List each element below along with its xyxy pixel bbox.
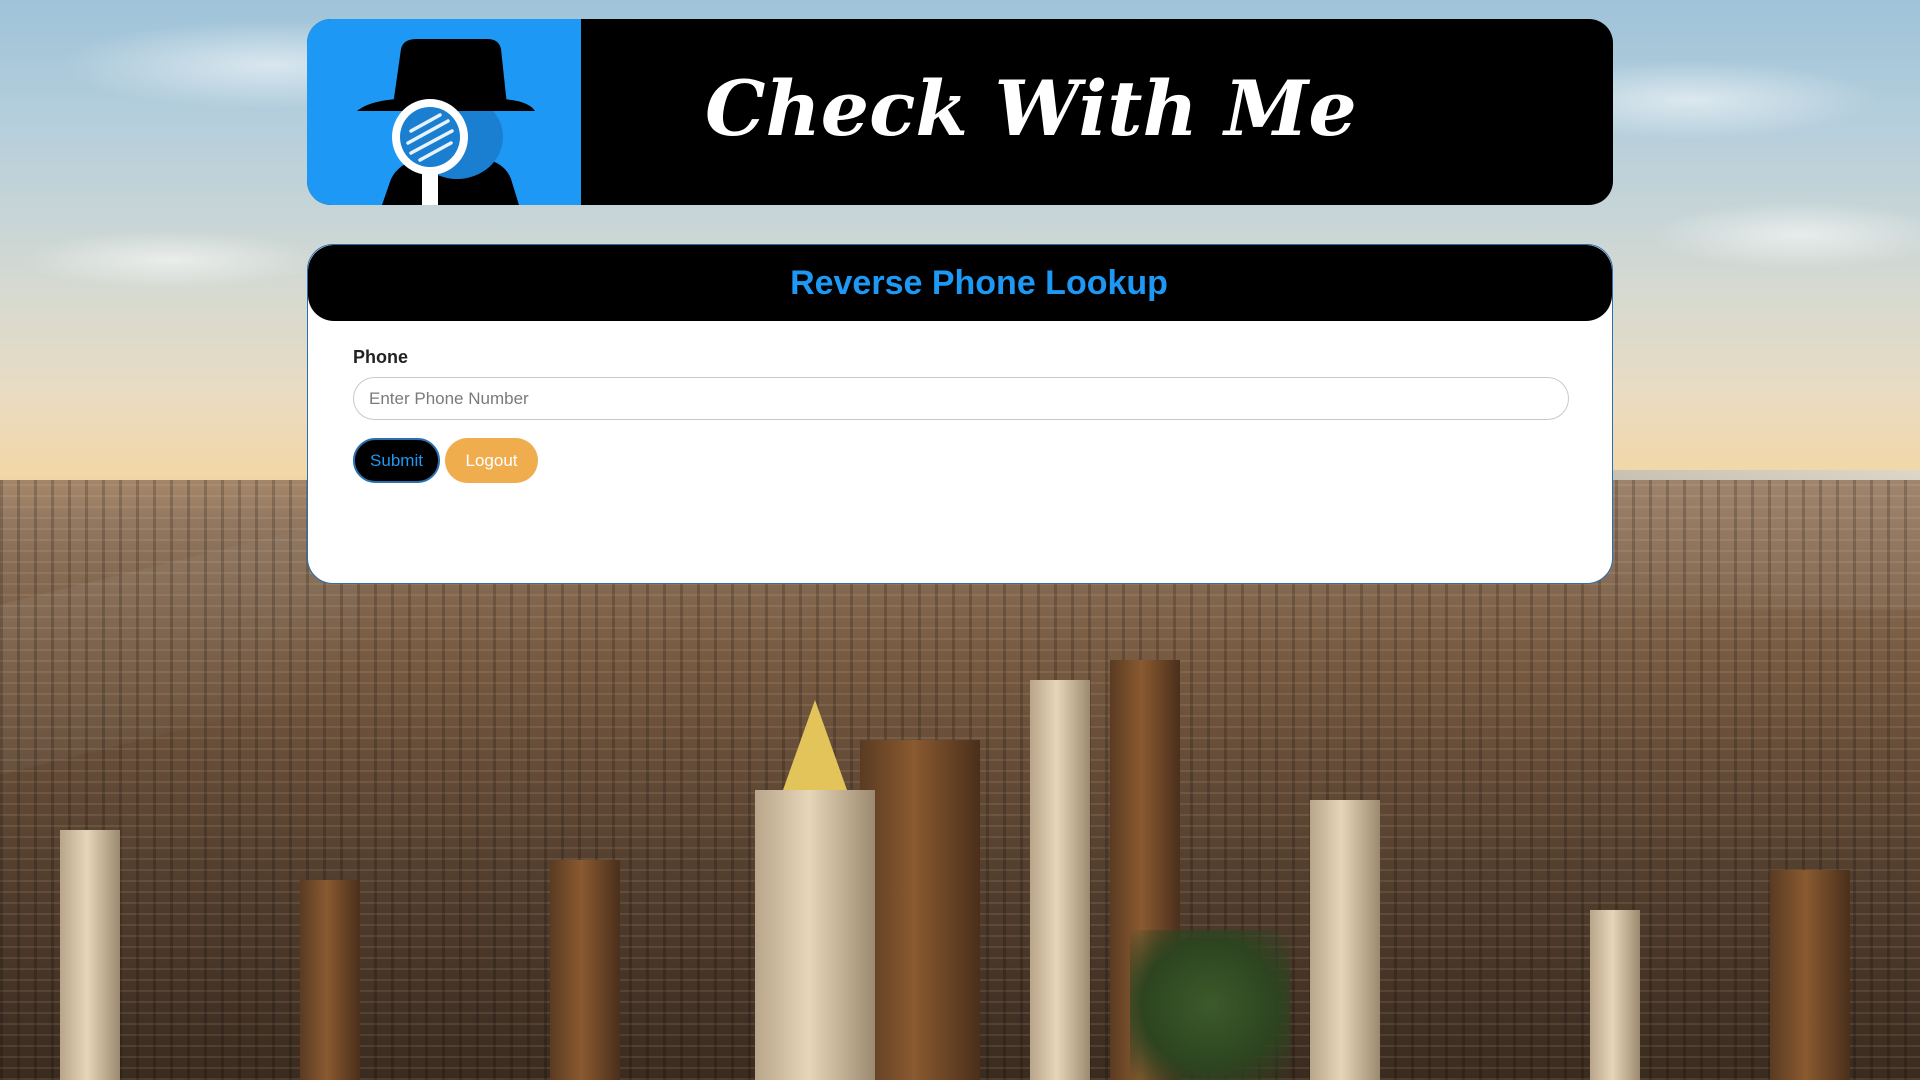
phone-label: Phone (353, 347, 409, 367)
lookup-card: Reverse Phone Lookup Phone Submit Logout (307, 244, 1613, 584)
site-title: Check With Me (705, 64, 1357, 153)
phone-input[interactable] (353, 377, 1569, 420)
logo (307, 19, 581, 205)
site-header: Check With Me (307, 19, 1613, 205)
card-header: Reverse Phone Lookup (308, 245, 1612, 321)
logout-button[interactable]: Logout (445, 438, 538, 483)
page-title: Reverse Phone Lookup (790, 263, 1168, 302)
detective-magnifier-icon (357, 39, 535, 205)
submit-button[interactable]: Submit (353, 438, 440, 483)
